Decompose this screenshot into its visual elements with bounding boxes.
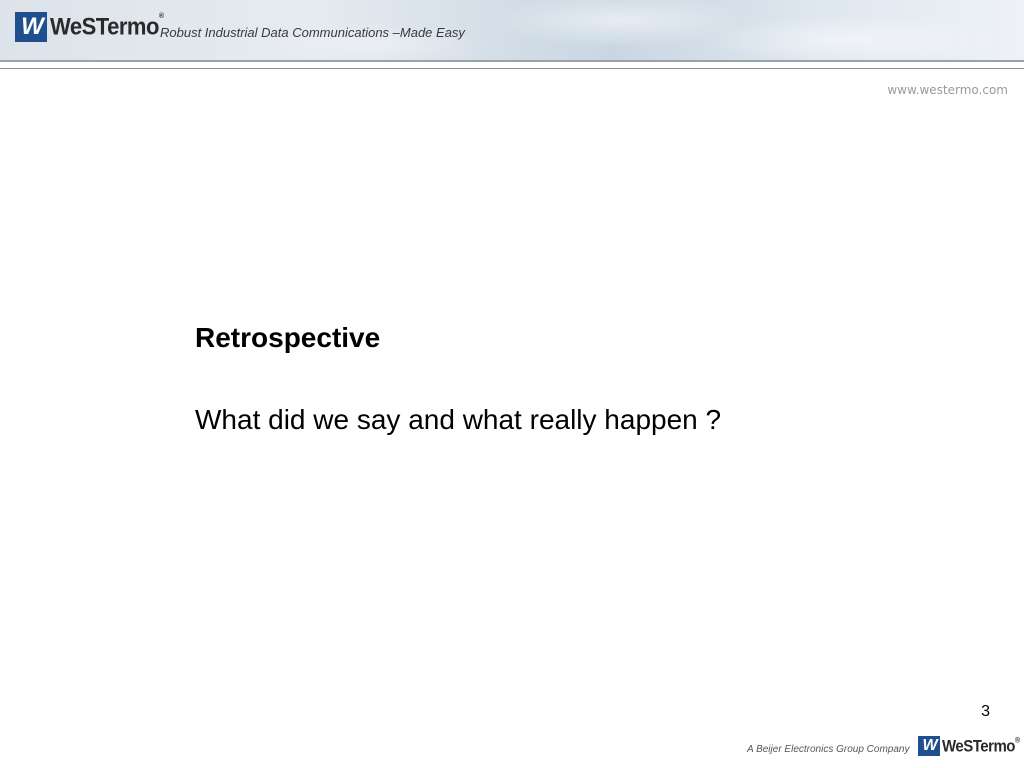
logo-word-text: WeSTermo [50, 12, 159, 41]
page-number: 3 [981, 703, 990, 720]
footer-logo-mark: W [918, 736, 940, 756]
slide-subtitle: What did we say and what really happen ? [195, 404, 722, 435]
slide: W WeSTermo® Robust Industrial Data Commu… [0, 0, 1024, 768]
slide-title: Retrospective [195, 322, 381, 353]
westermo-logo-mark: W [15, 12, 47, 42]
footer-logo-word: WeSTermo® [942, 737, 1020, 756]
header-divider-thin [0, 68, 1024, 69]
registered-mark: ® [158, 12, 164, 21]
header-divider [0, 60, 1024, 62]
footer-company-line: A Beijer Electronics Group Company [747, 744, 910, 755]
website-url: www.westermo.com [887, 83, 1008, 97]
westermo-logo-word: WeSTermo® [50, 13, 164, 42]
footer-westermo-logo: W WeSTermo® [918, 736, 1020, 756]
tagline: Robust Industrial Data Communications –M… [160, 25, 465, 40]
westermo-logo: W WeSTermo® [15, 12, 164, 42]
footer-logo-word-text: WeSTermo [942, 736, 1015, 756]
footer-registered-mark: ® [1014, 736, 1020, 745]
